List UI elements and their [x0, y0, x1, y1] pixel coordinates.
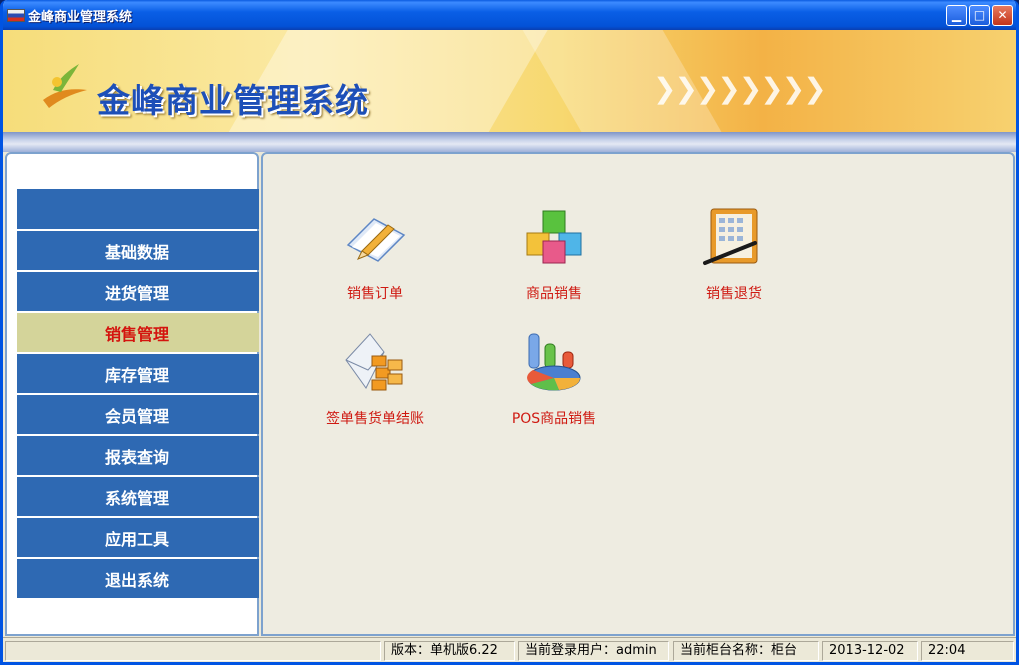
status-time: 22:04: [921, 641, 1014, 661]
window-title: 金峰商业管理系统: [28, 10, 133, 25]
status-counter: 当前柜台名称：柜台: [673, 641, 819, 661]
tile-label: 销售退货: [706, 286, 762, 302]
sidebar-item-basic-data[interactable]: 基础数据: [17, 231, 259, 270]
tile-product-sales[interactable]: 商品销售: [464, 205, 644, 303]
minimize-icon: ▁: [951, 8, 962, 22]
sidebar-item-inventory[interactable]: 库存管理: [17, 354, 259, 393]
sales-order-icon: [346, 218, 406, 262]
sidebar-item-tools[interactable]: 应用工具: [17, 518, 259, 557]
status-bar: 版本：单机版6.22 当前登录用户：admin 当前柜台名称：柜台 2013-1…: [3, 637, 1016, 662]
tile-label: POS商品销售: [511, 411, 597, 427]
close-button[interactable]: ✕: [992, 5, 1013, 26]
main-window: 金峰商业管理系统 ▁ □ ✕ ❯❯❯❯❯❯❯❯ 金峰商业管理系统 基础数据 进货…: [0, 0, 1019, 665]
header-banner: ❯❯❯❯❯❯❯❯ 金峰商业管理系统: [3, 30, 1016, 134]
sales-return-icon: [703, 208, 758, 265]
tile-label: 签单售货单结账: [326, 411, 424, 427]
tile-invoice-checkout[interactable]: 签单售货单结账: [285, 330, 465, 428]
tile-label: 销售订单: [347, 286, 403, 302]
maximize-icon: □: [973, 8, 986, 22]
sidebar-item-sales[interactable]: 销售管理: [17, 313, 259, 352]
minimize-button[interactable]: ▁: [946, 5, 967, 26]
app-icon[interactable]: [7, 9, 25, 22]
status-version: 版本：单机版6.22: [384, 641, 515, 661]
sidebar-item-purchase[interactable]: 进货管理: [17, 272, 259, 311]
banner-title: 金峰商业管理系统: [97, 81, 369, 120]
product-sales-icon: [526, 210, 582, 264]
sidebar-item-exit[interactable]: 退出系统: [17, 559, 259, 598]
pos-sales-icon: [527, 333, 581, 391]
status-empty: [5, 641, 381, 661]
maximize-button[interactable]: □: [969, 5, 990, 26]
sidebar-item-system[interactable]: 系统管理: [17, 477, 259, 516]
tile-pos-sales[interactable]: POS商品销售: [464, 330, 644, 428]
invoice-checkout-icon: [345, 333, 403, 391]
sidebar-item-reports[interactable]: 报表查询: [17, 436, 259, 475]
tile-label: 商品销售: [526, 286, 582, 302]
header-divider: [3, 132, 1016, 152]
close-icon: ✕: [997, 8, 1008, 22]
logo-swoosh-icon: [43, 64, 87, 108]
tile-sales-return[interactable]: 销售退货: [644, 205, 824, 303]
title-bar[interactable]: 金峰商业管理系统 ▁ □ ✕: [3, 0, 1016, 30]
sidebar-menu: 基础数据 进货管理 销售管理 库存管理 会员管理 报表查询 系统管理 应用工具 …: [17, 231, 259, 600]
status-date: 2013-12-02: [822, 641, 918, 661]
chevron-decoration-icon: ❯❯❯❯❯❯❯❯: [653, 72, 827, 105]
sidebar-item-members[interactable]: 会员管理: [17, 395, 259, 434]
tile-sales-order[interactable]: 销售订单: [285, 205, 465, 303]
sidebar-header: [17, 189, 259, 229]
status-user: 当前登录用户：admin: [518, 641, 669, 661]
